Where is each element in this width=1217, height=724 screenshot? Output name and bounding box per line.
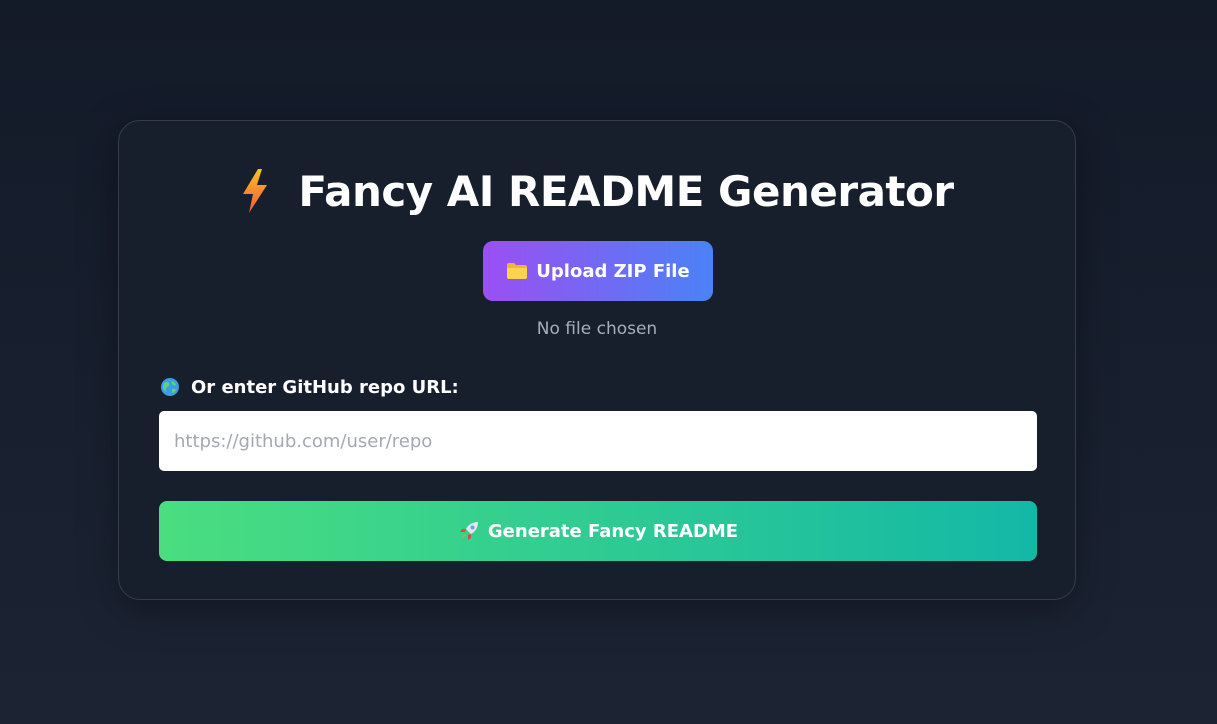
upload-zip-button-label: Upload ZIP File: [536, 260, 690, 282]
file-status-text: No file chosen: [536, 319, 658, 339]
generate-readme-button[interactable]: Generate Fancy README: [159, 501, 1037, 561]
upload-zip-button[interactable]: Upload ZIP File: [483, 241, 713, 301]
rocket-icon: [458, 520, 480, 542]
lightning-bolt-icon: [240, 168, 270, 214]
generator-card: Fancy AI README Generator Upload ZIP Fil…: [118, 120, 1076, 600]
page-header: Fancy AI README Generator: [119, 163, 1075, 219]
repo-url-input[interactable]: [159, 411, 1037, 471]
folder-icon: [506, 262, 528, 280]
repo-url-label-row: Or enter GitHub repo URL:: [160, 375, 459, 399]
generate-readme-button-label: Generate Fancy README: [487, 520, 739, 542]
page-title: Fancy AI README Generator: [298, 166, 954, 216]
globe-icon: [160, 377, 180, 397]
repo-url-label: Or enter GitHub repo URL:: [191, 376, 459, 398]
